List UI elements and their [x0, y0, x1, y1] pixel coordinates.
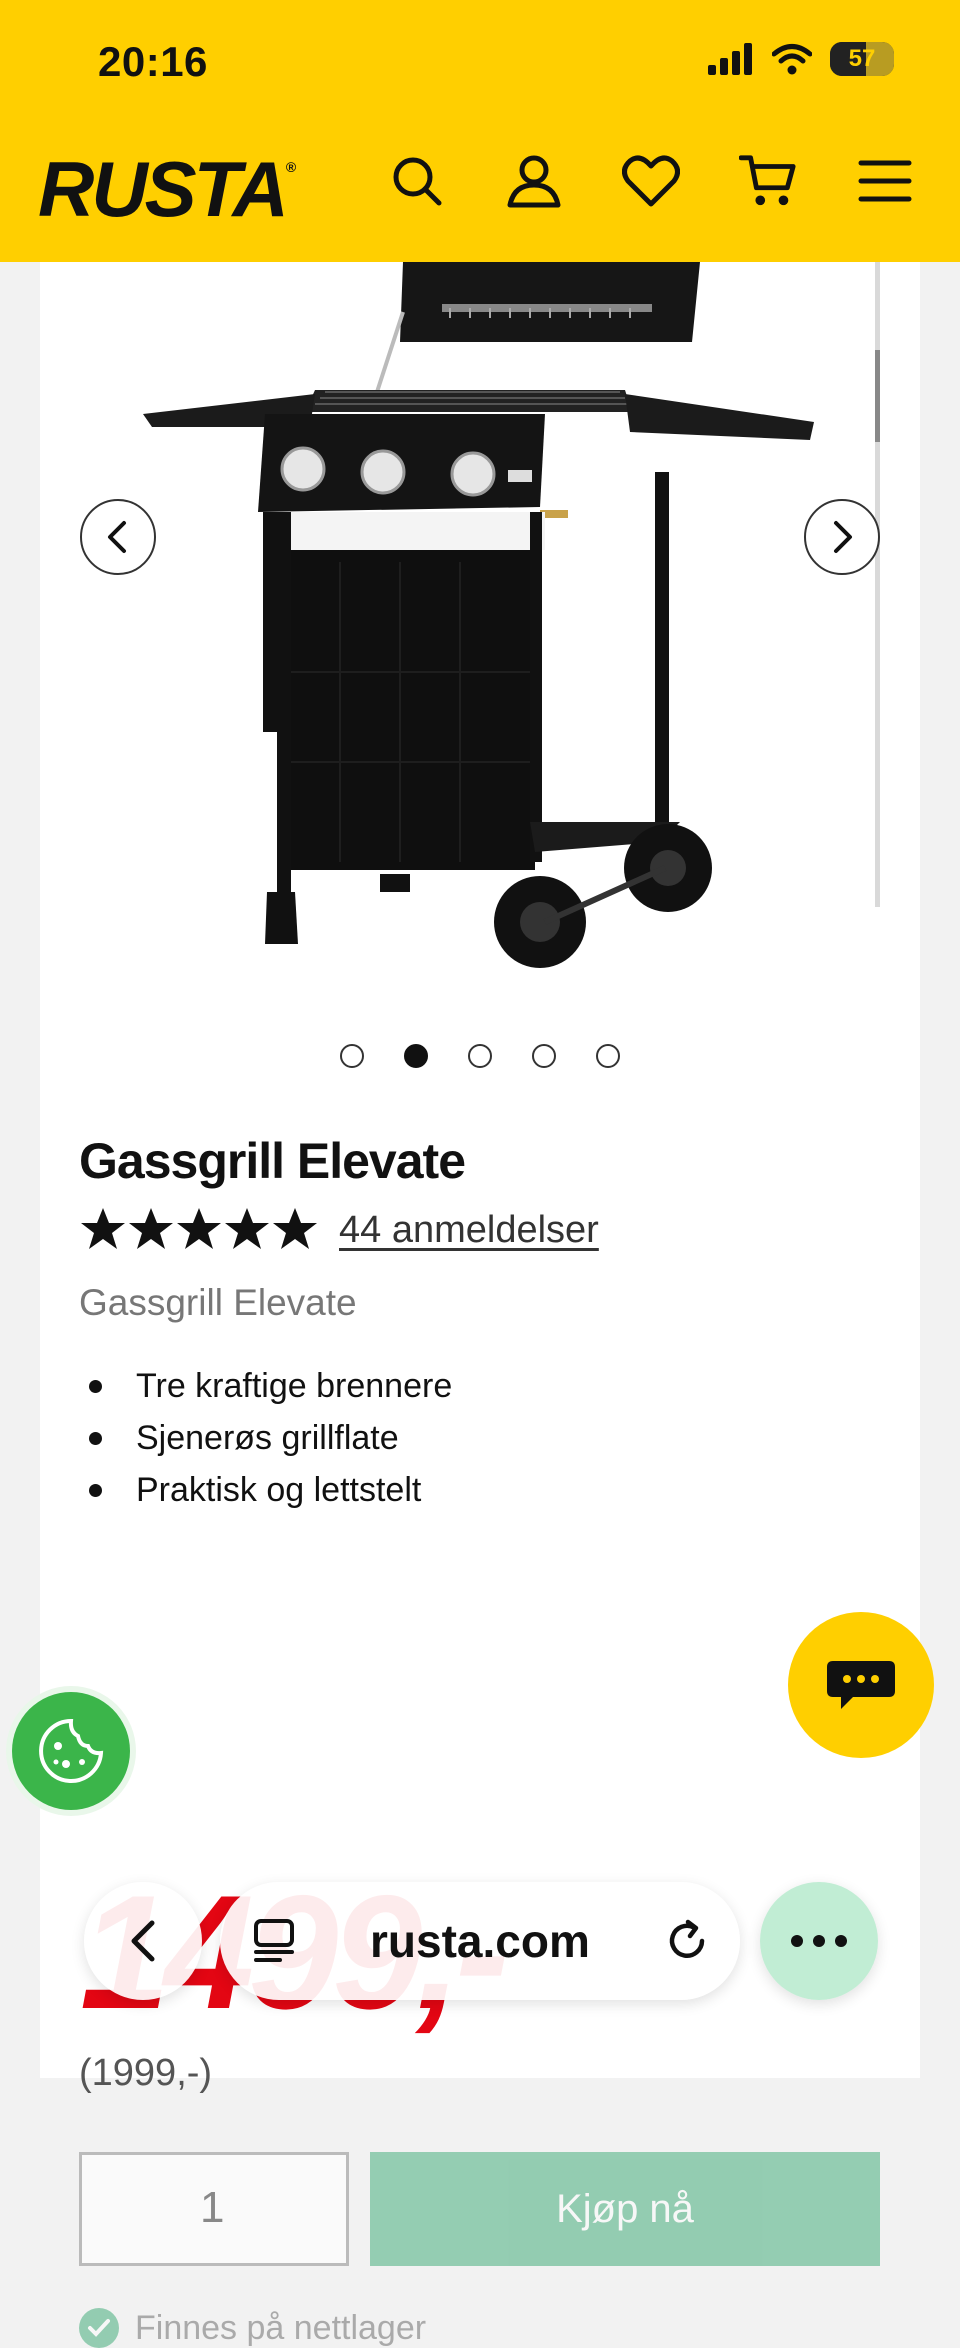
- search-icon: [393, 157, 442, 206]
- wishlist-heart-icon: [622, 155, 680, 207]
- gallery-dot[interactable]: [404, 1044, 428, 1068]
- account-button[interactable]: [505, 152, 563, 210]
- battery-level: 57: [848, 45, 876, 72]
- address-bar[interactable]: rusta.com: [220, 1882, 740, 2000]
- search-button[interactable]: [388, 152, 446, 210]
- browser-toolbar: rusta.com: [0, 1876, 960, 2000]
- reload-icon[interactable]: [664, 1918, 710, 1964]
- gallery-dot[interactable]: [596, 1044, 620, 1068]
- gallery-dot[interactable]: [468, 1044, 492, 1068]
- quantity-value: 1: [200, 2183, 225, 2232]
- wishlist-button[interactable]: [622, 152, 680, 210]
- cart-icon: [739, 155, 796, 206]
- url-text: rusta.com: [370, 1915, 590, 1967]
- feature-list: Tre kraftige brennere Sjenerøs grillflat…: [79, 1360, 452, 1516]
- list-item: Praktisk og lettstelt: [79, 1464, 452, 1516]
- chevron-left-icon: [131, 1920, 155, 1962]
- cookie-icon: [39, 1718, 104, 1783]
- more-dots-icon: [791, 1935, 847, 1947]
- list-item: Tre kraftige brennere: [79, 1360, 452, 1412]
- stock-status: Finnes på nettlager: [79, 2308, 426, 2348]
- gallery-pagination: [340, 1044, 620, 1068]
- status-time: 20:16: [98, 38, 208, 85]
- gallery-scroll-indicator: [875, 262, 880, 907]
- feature-text: Tre kraftige brennere: [136, 1367, 453, 1405]
- account-icon: [507, 155, 561, 208]
- gallery-prev-button[interactable]: [80, 499, 156, 575]
- quantity-stepper[interactable]: 1: [79, 2152, 349, 2266]
- header-nav: [388, 152, 914, 210]
- browser-back-button[interactable]: [84, 1882, 202, 2000]
- menu-icon: [858, 160, 912, 202]
- status-icons: 57: [708, 42, 894, 76]
- gallery-dot[interactable]: [340, 1044, 364, 1068]
- stock-text: Finnes på nettlager: [135, 2308, 427, 2347]
- product-rating[interactable]: 44 anmeldelser: [79, 1206, 599, 1254]
- battery-icon: 57: [830, 42, 894, 76]
- chevron-right-icon: [834, 521, 852, 553]
- logo-text: RUSTA: [38, 145, 289, 233]
- chat-bubble-icon: [827, 1661, 895, 1709]
- feature-text: Sjenerøs grillflate: [136, 1419, 399, 1457]
- product-image: [143, 262, 814, 968]
- product-subtitle: Gassgrill Elevate: [79, 1282, 357, 1323]
- cookie-settings-button[interactable]: [12, 1692, 130, 1810]
- product-title: Gassgrill Elevate: [79, 1133, 466, 1189]
- signal-icon: [708, 43, 752, 75]
- cart-button[interactable]: [739, 152, 797, 210]
- feature-text: Praktisk og lettstelt: [136, 1471, 422, 1509]
- tabs-icon[interactable]: [250, 1917, 298, 1965]
- more-options-button[interactable]: [760, 1882, 878, 2000]
- reviews-link[interactable]: 44 anmeldelser: [339, 1209, 599, 1252]
- gallery-next-button[interactable]: [804, 499, 880, 575]
- gallery-dot[interactable]: [532, 1044, 556, 1068]
- check-icon: [79, 2308, 119, 2348]
- add-to-cart-button[interactable]: Kjøp nå: [370, 2152, 880, 2266]
- chevron-left-icon: [108, 521, 126, 553]
- rusta-logo[interactable]: RUSTA®: [38, 150, 296, 228]
- rating-stars-icon: [81, 1208, 317, 1249]
- menu-button[interactable]: [856, 152, 914, 210]
- site-header: 20:16 57 RUSTA®: [0, 0, 960, 262]
- wifi-icon: [772, 44, 812, 75]
- old-price: (1999,-): [79, 2052, 213, 2094]
- product-card: Gassgrill Elevate 44 anmeldelser Gassgri…: [40, 262, 920, 2348]
- list-item: Sjenerøs grillflate: [79, 1412, 452, 1464]
- product-gallery[interactable]: [40, 262, 920, 1022]
- chat-button[interactable]: [788, 1612, 934, 1758]
